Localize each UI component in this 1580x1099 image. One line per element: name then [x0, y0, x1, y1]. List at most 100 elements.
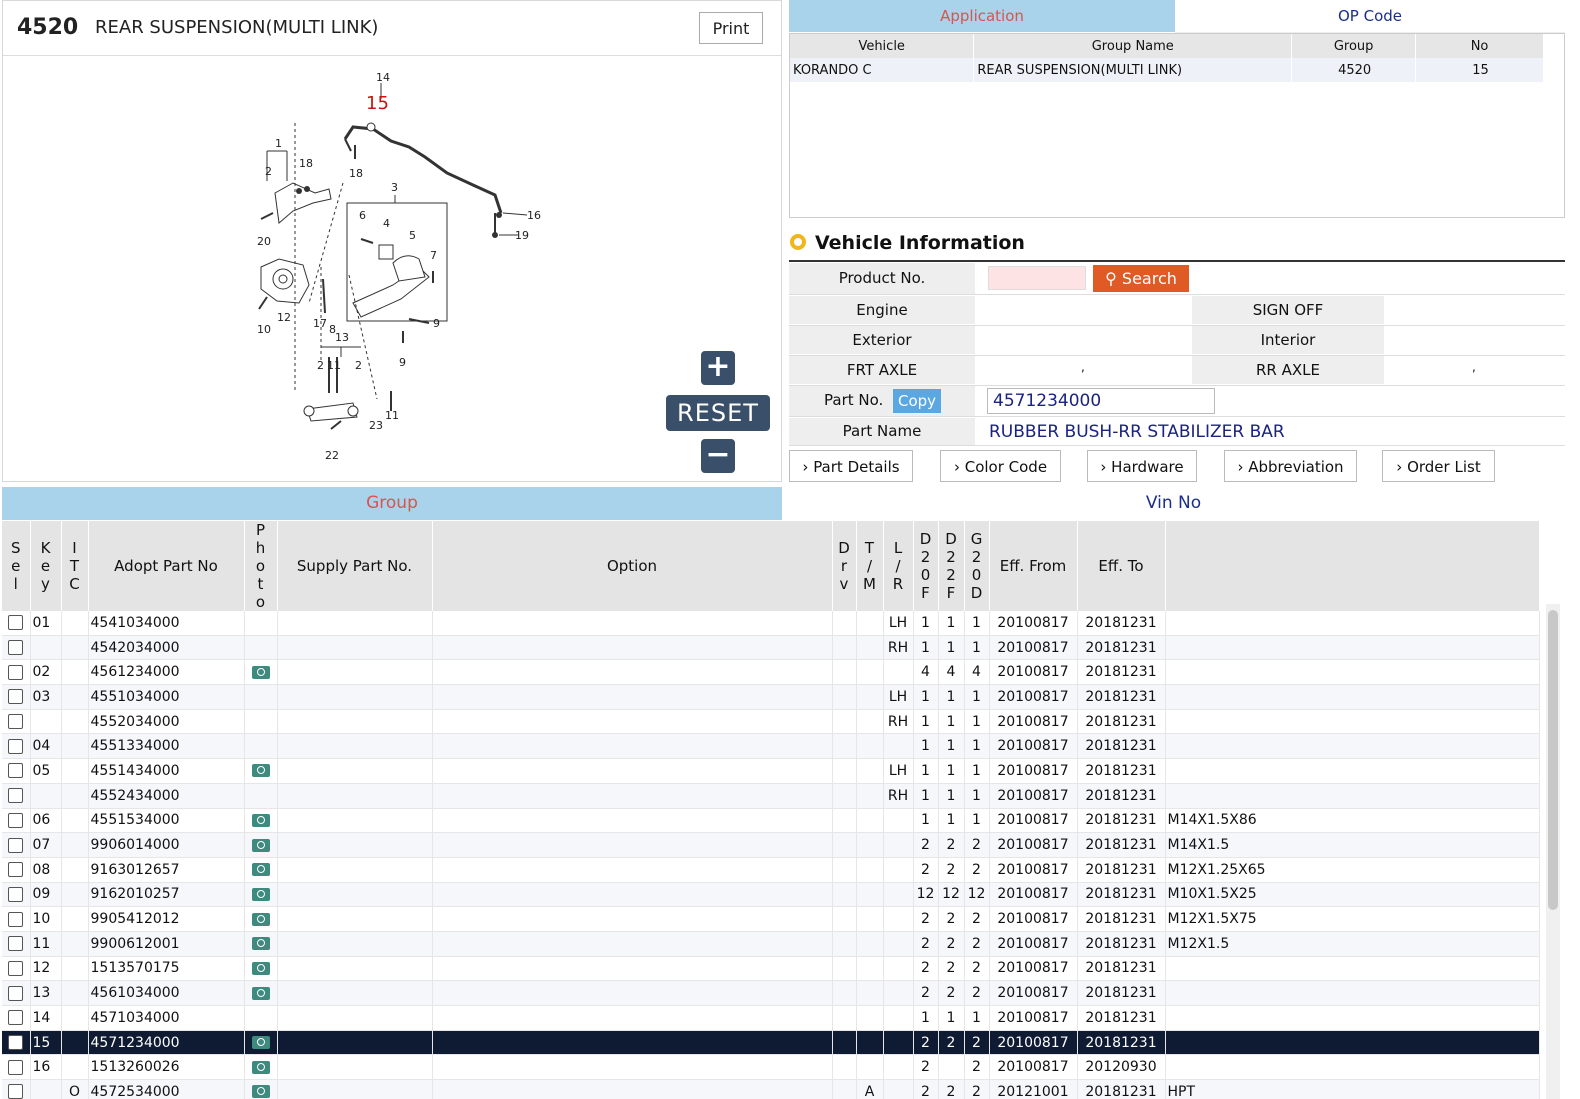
cell-photo[interactable]	[244, 733, 278, 760]
row-checkbox[interactable]	[8, 960, 24, 976]
tab-application[interactable]: Application	[789, 0, 1175, 32]
color-code-button[interactable]: › Color Code	[940, 450, 1061, 482]
row-checkbox[interactable]	[8, 664, 24, 680]
row-checkbox[interactable]	[8, 689, 24, 705]
row-checkbox[interactable]	[8, 862, 24, 878]
table-row[interactable]: 16 1513260026 2 2 20100817 20120930	[2, 1054, 1540, 1081]
callout-1[interactable]: 1	[275, 137, 282, 150]
camera-icon[interactable]	[251, 863, 270, 877]
camera-icon[interactable]	[251, 887, 270, 901]
table-row[interactable]: 04 4551334000 1 1 1 20100817 20181231	[2, 733, 1540, 760]
application-row[interactable]: KORANDO C REAR SUSPENSION(MULTI LINK) 45…	[790, 58, 1544, 82]
cell-sel[interactable]	[2, 758, 31, 784]
cell-sel[interactable]	[2, 1054, 31, 1081]
row-checkbox[interactable]	[8, 1059, 24, 1075]
table-row[interactable]: 4552434000 RH 1 1 1 20100817 20181231	[2, 783, 1540, 809]
part-details-button[interactable]: › Part Details	[789, 450, 913, 482]
callout-3[interactable]: 3	[391, 181, 398, 194]
callout-11[interactable]: 11	[327, 359, 341, 372]
cell-sel[interactable]	[2, 857, 31, 883]
cell-sel[interactable]	[2, 980, 31, 1006]
callout-9b[interactable]: 9	[399, 356, 406, 369]
table-row[interactable]: 07 9906014000 2 2 2 20100817 20181231 M14X1.5	[2, 832, 1540, 858]
part-no-field[interactable]: 4571234000	[987, 388, 1215, 414]
cell-sel[interactable]	[2, 882, 31, 908]
zoom-out-button[interactable]: −	[701, 439, 735, 473]
cell-sel[interactable]	[2, 611, 31, 636]
cell-sel[interactable]	[2, 709, 31, 735]
table-row[interactable]: 13 4561034000 2 2 2 20100817 20181231	[2, 980, 1540, 1006]
callout-14[interactable]: 14	[376, 71, 390, 84]
camera-icon[interactable]	[251, 665, 270, 679]
callout-15-highlight[interactable]: 15	[366, 93, 389, 114]
callout-17[interactable]: 17	[313, 317, 327, 330]
callout-9[interactable]: 9	[433, 317, 440, 330]
cell-photo[interactable]	[244, 611, 278, 636]
product-no-input[interactable]	[988, 266, 1086, 290]
table-row[interactable]: 11 9900612001 2 2 2 20100817 20181231 M12X1.5	[2, 931, 1540, 957]
cell-photo[interactable]	[244, 980, 278, 1006]
search-button[interactable]: ⚲ Search	[1093, 265, 1189, 292]
row-checkbox[interactable]	[8, 1010, 24, 1026]
grid-scroll-thumb[interactable]	[1548, 610, 1558, 910]
table-row[interactable]: 01 4541034000 LH 1 1 1 20100817 20181231	[2, 611, 1540, 636]
cell-sel[interactable]	[2, 1030, 31, 1056]
cell-photo[interactable]	[244, 931, 278, 957]
callout-20[interactable]: 20	[257, 235, 271, 248]
camera-icon[interactable]	[251, 937, 270, 951]
callout-13[interactable]: 13	[335, 331, 349, 344]
cell-photo[interactable]	[244, 1079, 278, 1099]
callout-4[interactable]: 4	[383, 217, 390, 230]
parts-diagram[interactable]: 14 15 1 2 18 18 3 6 4 5 7 20 16 19 10 12…	[233, 63, 553, 463]
cell-sel[interactable]	[2, 906, 31, 932]
tab-vin-no[interactable]: Vin No	[782, 487, 1565, 520]
tab-group[interactable]: Group	[2, 487, 782, 520]
print-button[interactable]: Print	[699, 12, 763, 44]
callout-2b[interactable]: 2	[317, 359, 324, 372]
cell-sel[interactable]	[2, 684, 31, 710]
hardware-button[interactable]: › Hardware	[1087, 450, 1197, 482]
cell-photo[interactable]	[244, 635, 278, 661]
row-checkbox[interactable]	[8, 615, 24, 631]
row-checkbox[interactable]	[8, 837, 24, 853]
cell-sel[interactable]	[2, 832, 31, 858]
callout-6[interactable]: 6	[359, 209, 366, 222]
table-row[interactable]: 05 4551434000 LH 1 1 1 20100817 20181231	[2, 758, 1540, 784]
table-row[interactable]: 03 4551034000 LH 1 1 1 20100817 20181231	[2, 684, 1540, 710]
callout-2[interactable]: 2	[265, 165, 272, 178]
cell-photo[interactable]	[244, 659, 278, 686]
tab-op-code[interactable]: OP Code	[1175, 0, 1565, 33]
row-checkbox[interactable]	[8, 886, 24, 902]
cell-photo[interactable]	[244, 1030, 278, 1056]
camera-icon[interactable]	[251, 1060, 270, 1074]
row-checkbox[interactable]	[8, 911, 24, 927]
cell-photo[interactable]	[244, 783, 278, 809]
table-row[interactable]: 10 9905412012 2 2 2 20100817 20181231 M12X1.5X7…	[2, 906, 1540, 932]
row-checkbox[interactable]	[8, 763, 24, 779]
cell-sel[interactable]	[2, 1005, 31, 1031]
callout-18[interactable]: 18	[299, 157, 313, 170]
reset-button[interactable]: RESET	[666, 395, 770, 431]
cell-photo[interactable]	[244, 709, 278, 735]
camera-icon[interactable]	[251, 986, 270, 1000]
camera-icon[interactable]	[251, 764, 270, 778]
callout-23[interactable]: 23	[369, 419, 383, 432]
row-checkbox[interactable]	[8, 714, 24, 730]
table-row[interactable]: 12 1513570175 2 2 2 20100817 20181231	[2, 956, 1540, 982]
cell-photo[interactable]	[244, 684, 278, 710]
table-row[interactable]: 4542034000 RH 1 1 1 20100817 20181231	[2, 635, 1540, 661]
cell-photo[interactable]	[244, 1005, 278, 1031]
callout-10[interactable]: 10	[257, 323, 271, 336]
cell-sel[interactable]	[2, 659, 31, 686]
cell-photo[interactable]	[244, 808, 278, 834]
camera-icon[interactable]	[251, 838, 270, 852]
row-checkbox[interactable]	[8, 985, 24, 1001]
callout-19[interactable]: 19	[515, 229, 529, 242]
cell-photo[interactable]	[244, 1054, 278, 1081]
callout-22[interactable]: 22	[325, 449, 339, 462]
callout-18b[interactable]: 18	[349, 167, 363, 180]
cell-sel[interactable]	[2, 931, 31, 957]
cell-photo[interactable]	[244, 857, 278, 883]
cell-sel[interactable]	[2, 635, 31, 661]
cell-photo[interactable]	[244, 906, 278, 932]
